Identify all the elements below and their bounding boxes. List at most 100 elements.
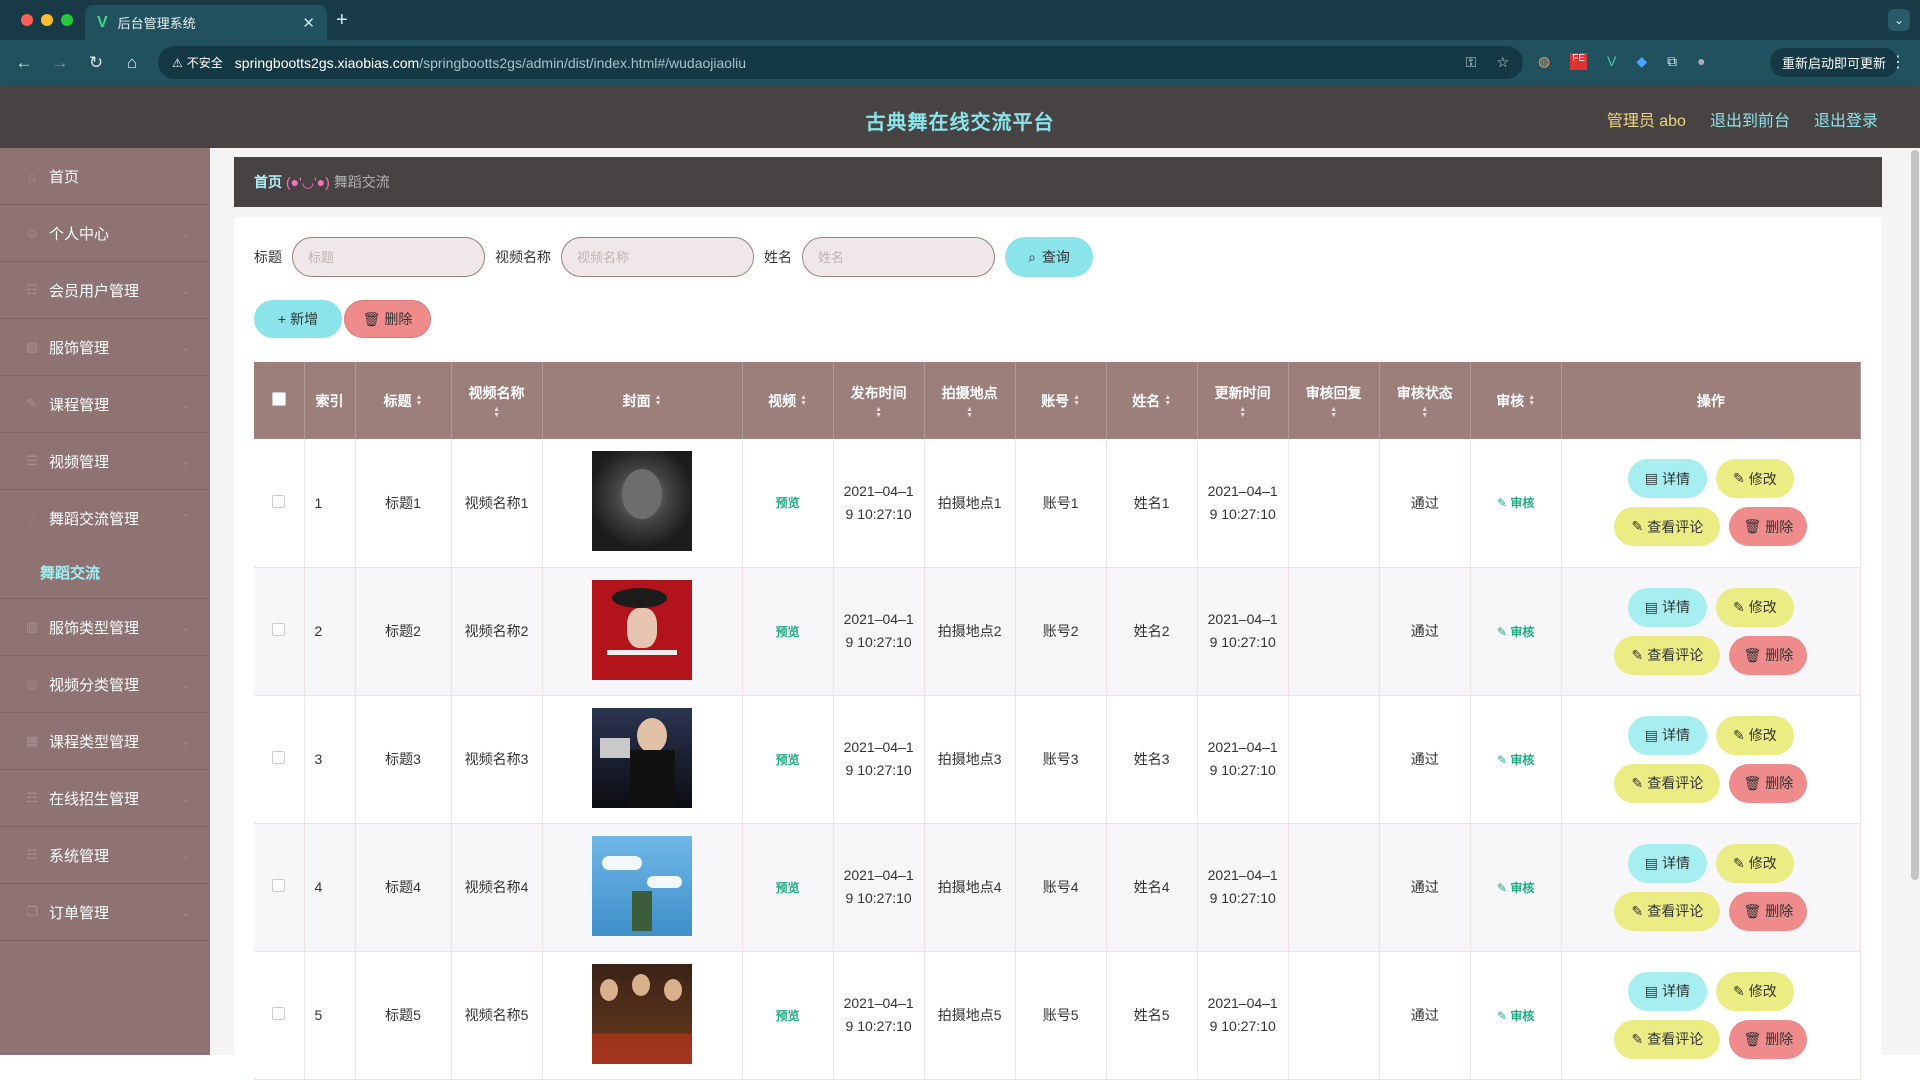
audit-link[interactable]: ✎ 审核 bbox=[1497, 496, 1534, 510]
sort-icon[interactable]: ▲ ▼ bbox=[1330, 406, 1337, 419]
extension-gem-icon[interactable]: ◆ bbox=[1636, 53, 1647, 70]
sidebar-item-course-type[interactable]: ▦ 课程类型管理 ⌄ bbox=[0, 713, 210, 770]
view-comments-button[interactable]: ✎ 查看评论 bbox=[1614, 507, 1721, 547]
sort-icon[interactable]: ▲ ▼ bbox=[493, 406, 500, 419]
forward-icon[interactable]: → bbox=[42, 53, 78, 73]
detail-button[interactable]: ▤ 详情 bbox=[1627, 459, 1707, 499]
cover-image[interactable] bbox=[592, 707, 693, 808]
sort-icon[interactable]: ▲ ▼ bbox=[875, 406, 882, 419]
video-name-search-input[interactable] bbox=[561, 237, 754, 277]
row-checkbox[interactable] bbox=[272, 1007, 286, 1020]
view-comments-button[interactable]: ✎ 查看评论 bbox=[1614, 891, 1721, 931]
sidebar-item-course[interactable]: ✎ 课程管理 ⌄ bbox=[0, 376, 210, 433]
tab-close-icon[interactable]: ✕ bbox=[302, 14, 315, 32]
video-preview-link[interactable]: 预览 bbox=[776, 753, 800, 767]
view-comments-button[interactable]: ✎ 查看评论 bbox=[1614, 635, 1721, 675]
sidebar-item-system[interactable]: ☵ 系统管理 ⌄ bbox=[0, 827, 210, 884]
sidebar-item-members[interactable]: ☷ 会员用户管理 ⌄ bbox=[0, 262, 210, 319]
detail-button[interactable]: ▤ 详情 bbox=[1627, 843, 1707, 883]
video-preview-link[interactable]: 预览 bbox=[776, 496, 800, 510]
minimize-window-button[interactable] bbox=[41, 14, 53, 26]
video-preview-link[interactable]: 预览 bbox=[776, 625, 800, 639]
back-icon[interactable]: ← bbox=[6, 53, 42, 73]
page-scrollbar-thumb[interactable] bbox=[1911, 150, 1919, 880]
sidebar-item-personal[interactable]: ☺ 个人中心 ⌄ bbox=[0, 205, 210, 262]
extensions-puzzle-icon[interactable]: ⧉ bbox=[1667, 53, 1677, 70]
title-search-input[interactable] bbox=[292, 237, 485, 277]
sidebar-item-clothing[interactable]: ▤ 服饰管理 ⌄ bbox=[0, 319, 210, 376]
header-account[interactable]: 账号 ▲ ▼ bbox=[1015, 362, 1107, 439]
cover-image[interactable] bbox=[592, 579, 693, 680]
sort-icon[interactable]: ▲ ▼ bbox=[800, 394, 807, 407]
reload-icon[interactable]: ↻ bbox=[78, 53, 114, 73]
url-text[interactable]: springbootts2gs.xiaobias.com/springboott… bbox=[235, 55, 746, 71]
extension-vue-icon[interactable]: V bbox=[1607, 53, 1616, 70]
browser-menu-icon[interactable]: ⋮ bbox=[1890, 52, 1906, 72]
cover-image[interactable] bbox=[592, 963, 693, 1064]
insecure-badge[interactable]: ⚠ 不安全 bbox=[172, 54, 235, 71]
audit-link[interactable]: ✎ 审核 bbox=[1497, 881, 1534, 895]
extension-1-icon[interactable]: ◍ bbox=[1538, 53, 1550, 70]
cover-image[interactable] bbox=[592, 451, 693, 552]
sidebar-item-enrollment[interactable]: ☶ 在线招生管理 ⌄ bbox=[0, 770, 210, 827]
tab-search-button[interactable]: ⌄ bbox=[1888, 9, 1910, 31]
header-audit[interactable]: 审核 ▲ ▼ bbox=[1470, 362, 1562, 439]
cover-image[interactable] bbox=[592, 835, 693, 936]
header-video[interactable]: 视频 ▲ ▼ bbox=[742, 362, 834, 439]
audit-link[interactable]: ✎ 审核 bbox=[1497, 625, 1534, 639]
select-all-checkbox[interactable] bbox=[271, 392, 286, 406]
update-button[interactable]: 重新启动即可更新 bbox=[1770, 48, 1899, 77]
delete-row-button[interactable]: 🗑 删除 bbox=[1729, 891, 1808, 931]
sort-icon[interactable]: ▲ ▼ bbox=[655, 394, 662, 407]
row-checkbox[interactable] bbox=[272, 879, 286, 892]
sort-icon[interactable]: ▲ ▼ bbox=[1239, 406, 1246, 419]
audit-link[interactable]: ✎ 审核 bbox=[1497, 753, 1534, 767]
front-page-link[interactable]: 退出到前台 bbox=[1710, 107, 1790, 131]
breadcrumb-home[interactable]: 首页 bbox=[254, 172, 282, 192]
header-status[interactable]: 审核状态 ▲ ▼ bbox=[1379, 362, 1471, 439]
key-icon[interactable]: ⚿ bbox=[1466, 54, 1477, 71]
header-publish-time[interactable]: 发布时间 ▲ ▼ bbox=[833, 362, 925, 439]
address-bar[interactable]: ⚠ 不安全 springbootts2gs.xiaobias.com/spring… bbox=[158, 46, 1523, 79]
header-update-time[interactable]: 更新时间 ▲ ▼ bbox=[1197, 362, 1289, 439]
sort-icon[interactable]: ▲ ▼ bbox=[1528, 394, 1535, 407]
edit-button[interactable]: ✎ 修改 bbox=[1715, 459, 1794, 499]
video-preview-link[interactable]: 预览 bbox=[776, 1009, 800, 1023]
view-comments-button[interactable]: ✎ 查看评论 bbox=[1614, 763, 1721, 803]
row-checkbox[interactable] bbox=[272, 751, 286, 764]
name-search-input[interactable] bbox=[802, 237, 995, 277]
delete-row-button[interactable]: 🗑 删除 bbox=[1729, 1019, 1808, 1059]
sort-icon[interactable]: ▲ ▼ bbox=[416, 394, 423, 407]
header-video-name[interactable]: 视频名称 ▲ ▼ bbox=[451, 362, 543, 439]
sidebar-item-orders[interactable]: ❐ 订单管理 ⌄ bbox=[0, 884, 210, 941]
header-title[interactable]: 标题 ▲ ▼ bbox=[355, 362, 452, 439]
extension-fe-icon[interactable]: FE bbox=[1570, 53, 1587, 70]
add-button[interactable]: + 新增 bbox=[254, 300, 342, 338]
sidebar-item-dance-exchange[interactable]: ◌ 舞蹈交流管理 ⌃ bbox=[0, 490, 210, 547]
sidebar-item-clothing-type[interactable]: ▥ 服饰类型管理 ⌄ bbox=[0, 599, 210, 656]
delete-row-button[interactable]: 🗑 删除 bbox=[1729, 507, 1808, 547]
logout-link[interactable]: 退出登录 bbox=[1814, 107, 1878, 131]
edit-button[interactable]: ✎ 修改 bbox=[1715, 843, 1794, 883]
sidebar-item-video[interactable]: ☰ 视频管理 ⌄ bbox=[0, 433, 210, 490]
row-checkbox[interactable] bbox=[272, 494, 286, 508]
edit-button[interactable]: ✎ 修改 bbox=[1715, 715, 1794, 755]
maximize-window-button[interactable] bbox=[61, 14, 73, 26]
video-preview-link[interactable]: 预览 bbox=[776, 881, 800, 895]
detail-button[interactable]: ▤ 详情 bbox=[1627, 971, 1707, 1011]
sidebar-item-video-category[interactable]: ◎ 视频分类管理 ⌄ bbox=[0, 656, 210, 713]
sort-icon[interactable]: ▲ ▼ bbox=[966, 406, 973, 419]
sidebar-subitem-dance-exchange[interactable]: 舞蹈交流 bbox=[0, 547, 210, 599]
close-window-button[interactable] bbox=[21, 14, 33, 26]
sort-icon[interactable]: ▲ ▼ bbox=[1164, 394, 1171, 407]
bookmark-star-icon[interactable]: ☆ bbox=[1496, 54, 1509, 71]
detail-button[interactable]: ▤ 详情 bbox=[1627, 587, 1707, 627]
browser-tab[interactable]: V 后台管理系统 ✕ bbox=[85, 5, 327, 40]
header-reply[interactable]: 审核回复 ▲ ▼ bbox=[1288, 362, 1380, 439]
edit-button[interactable]: ✎ 修改 bbox=[1715, 587, 1794, 627]
delete-row-button[interactable]: 🗑 删除 bbox=[1729, 763, 1808, 803]
new-tab-button[interactable]: + bbox=[336, 9, 348, 32]
header-name[interactable]: 姓名 ▲ ▼ bbox=[1106, 362, 1198, 439]
header-location[interactable]: 拍摄地点 ▲ ▼ bbox=[924, 362, 1016, 439]
detail-button[interactable]: ▤ 详情 bbox=[1627, 715, 1707, 755]
